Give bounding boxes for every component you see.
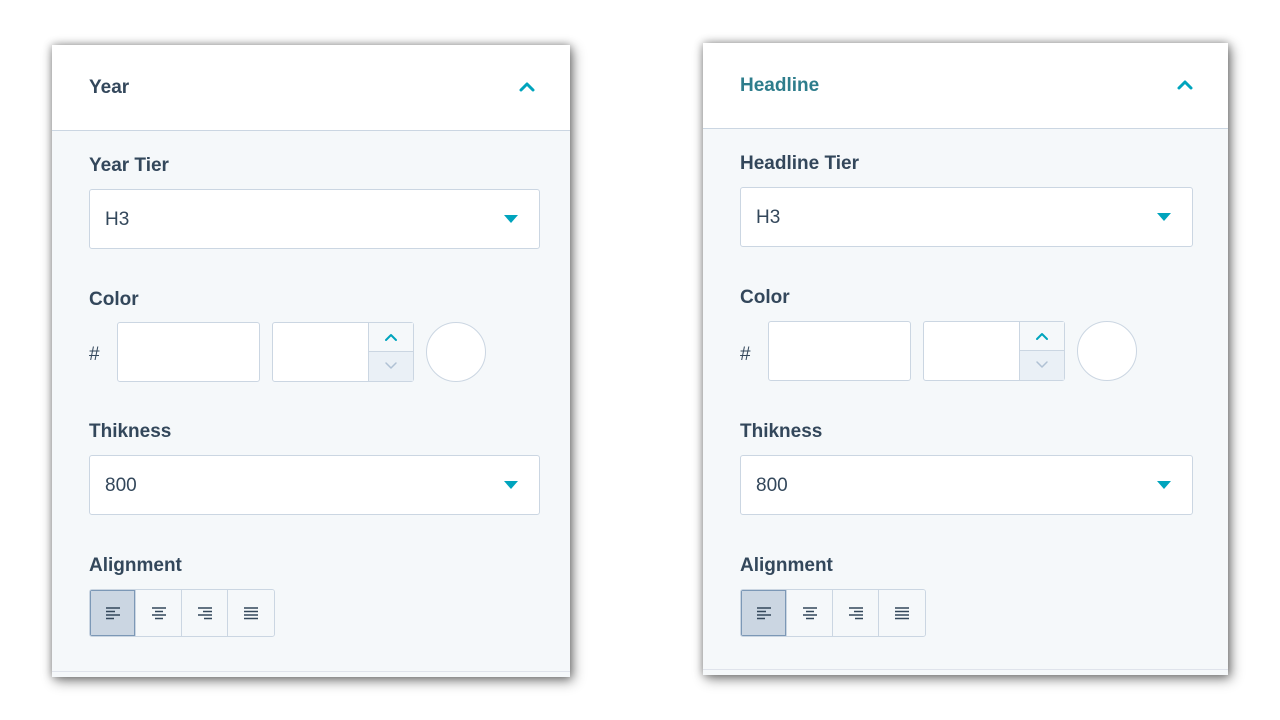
align-right-icon xyxy=(198,607,212,620)
caret-down-icon xyxy=(1157,213,1171,221)
alignment-button-group xyxy=(89,589,275,637)
section-title: Year xyxy=(89,77,130,98)
chevron-up-icon xyxy=(1036,333,1048,340)
align-left-button[interactable] xyxy=(741,590,787,636)
tier-dropdown[interactable]: H3 xyxy=(740,187,1193,247)
align-right-button[interactable] xyxy=(182,590,228,636)
align-center-button[interactable] xyxy=(787,590,833,636)
thickness-value: 800 xyxy=(105,475,137,496)
tier-value: H3 xyxy=(756,207,781,228)
chevron-up-icon xyxy=(385,334,397,341)
opacity-input[interactable] xyxy=(924,322,1020,380)
decrement-button[interactable] xyxy=(369,352,413,381)
align-center-icon xyxy=(803,607,817,620)
align-center-icon xyxy=(152,607,166,620)
hex-color-input[interactable] xyxy=(117,322,260,382)
color-label: Color xyxy=(89,289,139,310)
opacity-stepper xyxy=(272,322,414,382)
color-label: Color xyxy=(740,287,790,308)
increment-button[interactable] xyxy=(1020,322,1064,351)
divider xyxy=(52,671,570,672)
hex-color-input[interactable] xyxy=(768,321,911,381)
alignment-label: Alignment xyxy=(89,555,182,576)
headline-section-header[interactable]: Headline xyxy=(703,43,1228,129)
thickness-dropdown[interactable]: 800 xyxy=(740,455,1193,515)
tier-label: Headline Tier xyxy=(740,153,859,174)
chevron-up-icon[interactable] xyxy=(1176,77,1194,91)
thickness-value: 800 xyxy=(756,475,788,496)
stepper-controls xyxy=(1019,322,1064,380)
stepper-controls xyxy=(368,323,413,381)
opacity-stepper xyxy=(923,321,1065,381)
hash-symbol: # xyxy=(89,344,100,365)
align-justify-button[interactable] xyxy=(228,590,274,636)
divider xyxy=(703,669,1228,670)
decrement-button[interactable] xyxy=(1020,351,1064,380)
align-left-icon xyxy=(106,607,120,620)
alignment-button-group xyxy=(740,589,926,637)
thickness-label: Thikness xyxy=(89,421,172,442)
increment-button[interactable] xyxy=(369,323,413,352)
chevron-down-icon xyxy=(385,362,397,369)
section-title: Headline xyxy=(740,75,820,96)
align-left-icon xyxy=(757,607,771,620)
tier-dropdown[interactable]: H3 xyxy=(89,189,540,249)
tier-label: Year Tier xyxy=(89,155,169,176)
align-right-button[interactable] xyxy=(833,590,879,636)
align-justify-icon xyxy=(895,607,909,620)
align-center-button[interactable] xyxy=(136,590,182,636)
headline-settings-panel: Headline Headline Tier H3 Color # Thikne… xyxy=(703,43,1228,675)
alignment-label: Alignment xyxy=(740,555,833,576)
caret-down-icon xyxy=(504,215,518,223)
hash-symbol: # xyxy=(740,344,751,365)
color-swatch[interactable] xyxy=(1077,321,1137,381)
align-right-icon xyxy=(849,607,863,620)
thickness-dropdown[interactable]: 800 xyxy=(89,455,540,515)
year-section-header[interactable]: Year xyxy=(52,45,570,131)
align-left-button[interactable] xyxy=(90,590,136,636)
year-settings-panel: Year Year Tier H3 Color # Thikness 800 A… xyxy=(52,45,570,677)
caret-down-icon xyxy=(504,481,518,489)
chevron-down-icon xyxy=(1036,361,1048,368)
align-justify-button[interactable] xyxy=(879,590,925,636)
align-justify-icon xyxy=(244,607,258,620)
color-swatch[interactable] xyxy=(426,322,486,382)
chevron-up-icon[interactable] xyxy=(518,79,536,93)
tier-value: H3 xyxy=(105,209,130,230)
caret-down-icon xyxy=(1157,481,1171,489)
thickness-label: Thikness xyxy=(740,421,823,442)
opacity-input[interactable] xyxy=(273,323,369,381)
